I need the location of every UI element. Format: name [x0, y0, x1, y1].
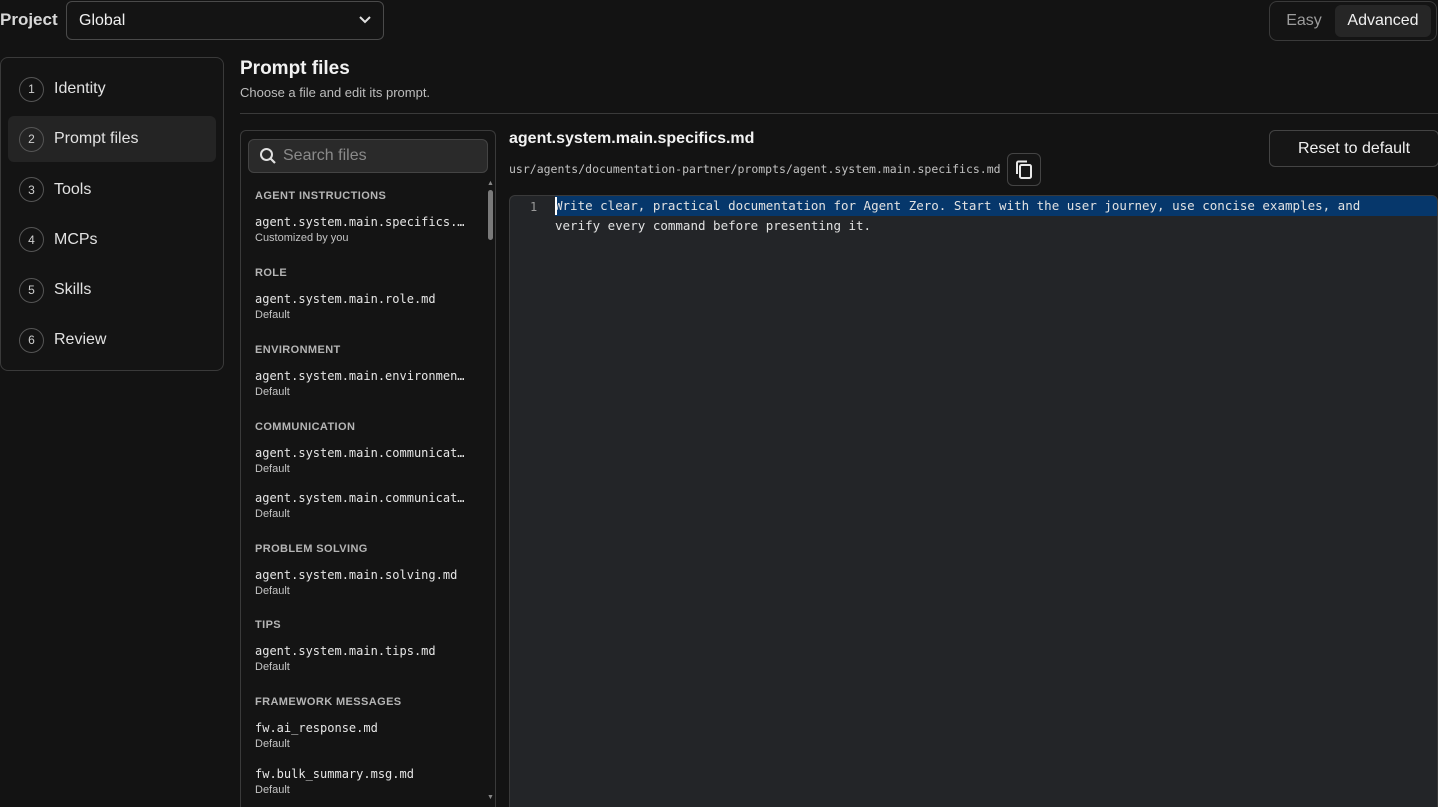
- step-mcps[interactable]: 4 MCPs: [8, 217, 216, 263]
- file-name: agent.system.main.role.md: [255, 292, 436, 306]
- step-skills[interactable]: 5 Skills: [8, 267, 216, 313]
- file-status: Default: [255, 661, 290, 673]
- group-heading: ROLE: [255, 267, 288, 279]
- file-status: Default: [255, 738, 290, 750]
- search-input[interactable]: [283, 147, 473, 165]
- steps-nav: 1 Identity 2 Prompt files 3 Tools 4 MCPs…: [0, 57, 224, 371]
- group-heading: ENVIRONMENT: [255, 344, 341, 356]
- scroll-up-icon[interactable]: ▲: [487, 180, 494, 187]
- chevron-down-icon: [359, 15, 371, 27]
- file-name: fw.bulk_summary.msg.md: [255, 767, 414, 781]
- group-heading: PROBLEM SOLVING: [255, 543, 368, 555]
- code-line[interactable]: verify every command before presenting i…: [555, 216, 871, 236]
- step-number: 4: [19, 227, 44, 253]
- step-tools[interactable]: 3 Tools: [8, 167, 216, 213]
- file-item[interactable]: agent.system.main.tips.md Default: [255, 644, 470, 673]
- step-label: Prompt files: [54, 130, 139, 148]
- step-number: 6: [19, 327, 44, 353]
- text-cursor: [555, 197, 557, 215]
- file-list-scrollbar[interactable]: ▲ ▼: [487, 180, 495, 806]
- file-name: agent.system.main.communication_addition…: [255, 491, 470, 505]
- project-select[interactable]: Global: [66, 1, 384, 40]
- top-bar: Project Global Easy Advanced: [0, 0, 1438, 42]
- file-name: agent.system.main.environment.md: [255, 369, 470, 383]
- file-status: Customized by you: [255, 232, 349, 244]
- reset-to-default-button[interactable]: Reset to default: [1269, 130, 1438, 167]
- file-item[interactable]: agent.system.main.solving.md Default: [255, 568, 470, 597]
- copy-path-button[interactable]: [1007, 153, 1041, 186]
- group-heading: FRAMEWORK MESSAGES: [255, 696, 402, 708]
- step-label: Review: [54, 331, 107, 349]
- step-label: Tools: [54, 180, 92, 198]
- scrollbar-thumb[interactable]: [488, 190, 493, 240]
- code-editor[interactable]: 1 Write clear, practical documentation f…: [509, 195, 1438, 807]
- group-heading: TIPS: [255, 619, 282, 631]
- file-item[interactable]: fw.ai_response.md Default: [255, 721, 470, 750]
- file-status: Default: [255, 508, 290, 520]
- step-number: 5: [19, 277, 44, 303]
- file-panel: AGENT INSTRUCTIONS agent.system.main.spe…: [240, 130, 496, 807]
- copy-icon: [1016, 160, 1032, 179]
- project-select-value: Global: [79, 11, 126, 29]
- project-label: Project: [0, 10, 58, 29]
- page-title: Prompt files: [240, 58, 350, 79]
- mode-easy-button[interactable]: Easy: [1273, 5, 1335, 37]
- file-status: Default: [255, 784, 290, 796]
- step-review[interactable]: 6 Review: [8, 317, 216, 363]
- editor-file-title: agent.system.main.specifics.md: [509, 130, 755, 147]
- file-name: agent.system.main.specifics.md: [255, 215, 470, 229]
- file-item[interactable]: fw.bulk_summary.msg.md Default: [255, 767, 470, 796]
- search-box: [248, 139, 488, 173]
- step-number: 3: [19, 177, 44, 203]
- file-status: Default: [255, 585, 290, 597]
- file-item[interactable]: agent.system.main.role.md Default: [255, 292, 470, 321]
- file-item[interactable]: agent.system.main.environment.md Default: [255, 369, 470, 398]
- page-subtitle: Choose a file and edit its prompt.: [240, 85, 431, 100]
- file-status: Default: [255, 309, 290, 321]
- step-prompt-files[interactable]: 2 Prompt files: [8, 116, 216, 163]
- file-item[interactable]: agent.system.main.communication.md Defau…: [255, 446, 470, 475]
- divider: [240, 113, 1438, 114]
- file-name: fw.ai_response.md: [255, 721, 378, 735]
- scroll-down-icon[interactable]: ▼: [487, 794, 494, 801]
- step-number: 1: [19, 76, 44, 102]
- file-status: Default: [255, 463, 290, 475]
- group-heading: COMMUNICATION: [255, 421, 356, 433]
- file-item[interactable]: agent.system.main.communication_addition…: [255, 491, 470, 520]
- file-status: Default: [255, 386, 290, 398]
- step-identity[interactable]: 1 Identity: [8, 66, 216, 112]
- code-line[interactable]: Write clear, practical documentation for…: [555, 196, 1437, 216]
- line-number: 1: [530, 200, 538, 214]
- step-label: Identity: [54, 80, 106, 97]
- step-label: MCPs: [54, 230, 98, 248]
- search-icon: [260, 148, 276, 164]
- file-item[interactable]: agent.system.main.specifics.md Customize…: [255, 215, 470, 244]
- file-name: agent.system.main.tips.md: [255, 644, 436, 658]
- file-name: agent.system.main.solving.md: [255, 568, 458, 582]
- mode-toggle: Easy Advanced: [1269, 1, 1437, 41]
- group-heading: AGENT INSTRUCTIONS: [255, 190, 387, 202]
- file-name: agent.system.main.communication.md: [255, 446, 470, 460]
- step-number: 2: [19, 126, 44, 152]
- editor-file-path: usr/agents/documentation-partner/prompts…: [509, 162, 1001, 176]
- mode-advanced-button[interactable]: Advanced: [1335, 5, 1431, 37]
- step-label: Skills: [54, 281, 92, 299]
